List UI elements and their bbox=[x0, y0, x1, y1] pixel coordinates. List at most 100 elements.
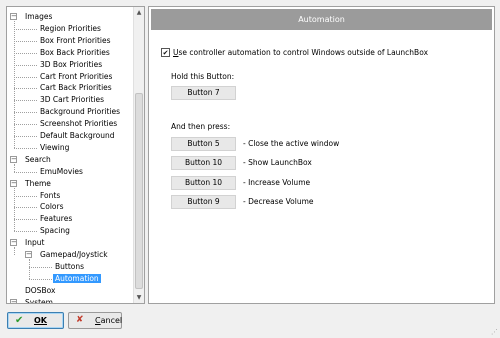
tree-connector bbox=[14, 163, 15, 172]
collapse-icon[interactable]: − bbox=[10, 239, 17, 247]
tree-item-label: Fonts bbox=[40, 190, 61, 200]
tree-item[interactable]: Box Front Priorities bbox=[38, 35, 113, 46]
tree-item[interactable]: 3D Box Priorities bbox=[38, 59, 104, 70]
action-description: - Close the active window bbox=[243, 139, 340, 148]
tree-item-label: EmuMovies bbox=[40, 166, 83, 176]
tree-item-label: 3D Box Priorities bbox=[40, 59, 103, 69]
tree-item[interactable]: Spacing bbox=[38, 225, 72, 236]
tree-item[interactable]: Viewing bbox=[38, 142, 71, 153]
action-button-selector[interactable]: Button 10 bbox=[171, 176, 236, 190]
tree-connector bbox=[14, 52, 37, 54]
tree-connector bbox=[14, 21, 15, 148]
tree-item-label: Cart Front Priorities bbox=[40, 71, 113, 81]
scroll-thumb[interactable] bbox=[135, 93, 143, 289]
tree-item-label: Automation bbox=[53, 273, 101, 283]
tree-item-label: Search bbox=[25, 154, 51, 164]
action-button-selector[interactable]: Button 5 bbox=[171, 137, 236, 151]
tree-item-label: Images bbox=[25, 12, 53, 21]
tree-item-label: Screenshot Priorities bbox=[40, 119, 118, 129]
action-button-selector[interactable]: Button 10 bbox=[171, 156, 236, 170]
tree-item-label: Default Background bbox=[40, 131, 115, 140]
collapse-icon[interactable]: − bbox=[25, 251, 32, 258]
action-description: - Increase Volume bbox=[243, 178, 311, 187]
tree-item-label: Features bbox=[40, 214, 73, 224]
tree-connector bbox=[14, 40, 37, 42]
hold-button-selector[interactable]: Button 7 bbox=[171, 86, 236, 100]
ok-button-label: OK bbox=[34, 316, 47, 325]
cancel-button[interactable]: ✘ Cancel bbox=[68, 312, 122, 329]
tree-item-label: Background Priorities bbox=[40, 107, 120, 117]
tree-connector bbox=[29, 266, 52, 268]
automation-checkbox-label[interactable]: Use controller automation to control Win… bbox=[173, 48, 428, 58]
scroll-up-arrow-icon[interactable]: ▲ bbox=[134, 7, 144, 18]
tree-connector bbox=[14, 219, 37, 221]
tree-connector bbox=[14, 28, 37, 30]
action-button-selector[interactable]: Button 9 bbox=[171, 195, 236, 209]
tree-item[interactable]: Automation bbox=[53, 273, 101, 284]
tree-item[interactable]: DOSBox bbox=[23, 285, 57, 296]
tree-connector bbox=[14, 64, 37, 66]
tree-item[interactable]: Search bbox=[23, 154, 53, 165]
collapse-icon[interactable]: − bbox=[10, 13, 17, 20]
tree-connector bbox=[14, 76, 37, 78]
x-icon: ✘ bbox=[76, 315, 84, 325]
tree-item[interactable]: Buttons bbox=[53, 261, 86, 272]
tree-item-label: Region Priorities bbox=[40, 23, 101, 33]
tree-connector bbox=[29, 278, 52, 280]
tree-item-label: Cart Back Priorities bbox=[40, 83, 112, 93]
cancel-label-text: ancel bbox=[100, 316, 123, 325]
tree-connector bbox=[14, 187, 15, 232]
tree-item[interactable]: Region Priorities bbox=[38, 23, 103, 34]
tree-item-label: 3D Cart Priorities bbox=[40, 95, 105, 105]
tree-connector bbox=[14, 124, 37, 126]
tree-item[interactable]: Colors bbox=[38, 201, 66, 212]
tree-item-label: Box Front Priorities bbox=[40, 35, 111, 45]
tree-item[interactable]: Cart Back Priorities bbox=[38, 82, 114, 93]
tree-item[interactable]: Default Background bbox=[38, 130, 117, 141]
tree-item-label: Colors bbox=[40, 202, 64, 212]
tree-item-label: Buttons bbox=[55, 261, 85, 271]
tree-item[interactable]: Cart Front Priorities bbox=[38, 71, 114, 82]
action-description: - Decrease Volume bbox=[243, 197, 314, 206]
cancel-button-label: Cancel bbox=[95, 313, 122, 328]
tree-item[interactable]: Input bbox=[23, 237, 46, 248]
tree-item[interactable]: Gamepad/Joystick bbox=[38, 249, 110, 260]
tree-item[interactable]: Theme bbox=[23, 178, 53, 189]
tree-item[interactable]: Images bbox=[23, 11, 54, 22]
tree-connector bbox=[14, 147, 37, 149]
tree-item-label: DOSBox bbox=[25, 285, 56, 295]
collapse-icon[interactable]: − bbox=[10, 179, 17, 187]
tree-item[interactable]: Screenshot Priorities bbox=[38, 118, 119, 129]
tree-item-label: Box Back Priorities bbox=[40, 47, 110, 57]
automation-panel: Automation ✔ Use controller automation t… bbox=[148, 6, 495, 304]
tree-connector bbox=[14, 100, 37, 102]
tree-item[interactable]: 3D Cart Priorities bbox=[38, 94, 106, 105]
tree-item-label: System bbox=[25, 297, 53, 304]
action-description: - Show LaunchBox bbox=[243, 158, 312, 167]
tree-connector bbox=[14, 195, 37, 197]
scroll-down-arrow-icon[interactable]: ▼ bbox=[134, 292, 144, 303]
tree-item[interactable]: Features bbox=[38, 213, 74, 224]
tree-item[interactable]: Background Priorities bbox=[38, 106, 122, 117]
tree-item[interactable]: System bbox=[23, 297, 55, 304]
tree-item[interactable]: EmuMovies bbox=[38, 166, 85, 177]
tree-connector bbox=[29, 259, 30, 279]
tree-connector bbox=[14, 88, 37, 90]
tree-item[interactable]: Box Back Priorities bbox=[38, 47, 112, 58]
resize-grip-icon[interactable]: ⋰ bbox=[490, 328, 498, 336]
tree-connector bbox=[14, 207, 37, 209]
tree-scrollbar[interactable]: ▲ ▼ bbox=[133, 7, 144, 303]
tree-connector bbox=[14, 112, 37, 114]
tree-connector bbox=[14, 231, 37, 233]
collapse-icon[interactable]: − bbox=[10, 298, 17, 303]
collapse-icon[interactable]: − bbox=[10, 155, 17, 163]
tree-item-label: Viewing bbox=[40, 142, 70, 152]
tree-item-label: Spacing bbox=[40, 226, 70, 236]
tree-item[interactable]: Fonts bbox=[38, 190, 62, 201]
automation-checkbox[interactable]: ✔ bbox=[161, 48, 170, 57]
ok-button[interactable]: ✔ OK bbox=[7, 312, 64, 329]
settings-tree[interactable]: Images − Region Priorities Box Front Priori… bbox=[6, 6, 145, 304]
tree-item-label: Theme bbox=[25, 178, 51, 188]
automation-label-text: se controller automation to control Wind… bbox=[178, 48, 429, 57]
tree-connector bbox=[14, 171, 37, 173]
